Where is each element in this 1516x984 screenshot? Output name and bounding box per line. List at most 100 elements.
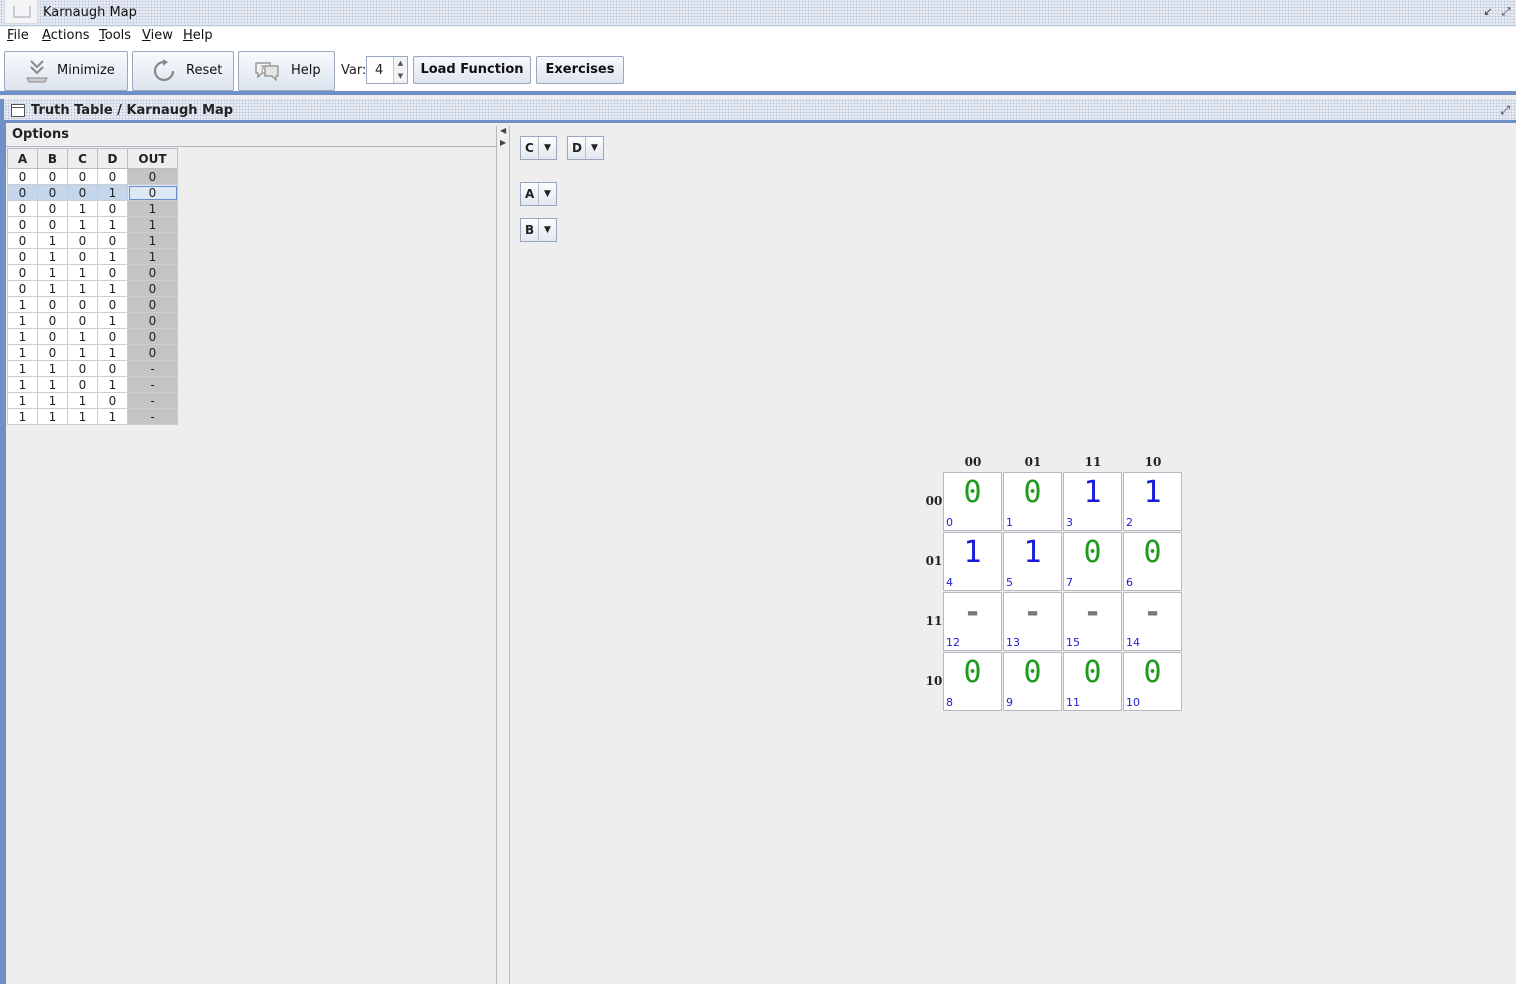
kmap-cell[interactable]: 13 [1063,472,1122,531]
split-pane-divider[interactable]: ◀ ▶ [496,126,510,984]
kmap-cell[interactable]: 0 11 [1063,652,1122,711]
table-row[interactable]: 10000 [7,296,178,313]
column-variable-2-select[interactable]: D ▼ [567,136,604,160]
spinner-up-icon[interactable]: ▲ [394,57,407,70]
table-row[interactable]: 01001 [7,232,178,249]
help-button[interactable]: ? Help [238,51,335,91]
output-cell[interactable]: 1 [127,248,178,265]
output-cell[interactable]: - [127,392,178,409]
output-cell[interactable]: 0 [127,344,178,361]
kmap-cell[interactable]: 09 [1003,652,1062,711]
table-row[interactable]: 1101- [7,376,178,393]
kmap-cell[interactable]: -12 [943,592,1002,651]
menu-help[interactable]: Help [183,28,213,43]
output-cell[interactable]: 1 [127,216,178,233]
frame-maximize-icon[interactable]: ⤢ [1500,103,1510,118]
kmap-cell[interactable]: 07 [1063,532,1122,591]
table-row[interactable]: 01110 [7,280,178,297]
table-row[interactable]: 1111- [7,408,178,425]
table-row[interactable]: 1110- [7,392,178,409]
kmap-cell[interactable]: -13 [1003,592,1062,651]
menu-actions[interactable]: Actions [42,28,90,43]
minimize-icon [26,60,48,83]
toolbar: Minimize Reset ? Help Var: 4 ▲ ▼ Load Fu… [0,47,1516,95]
input-cell: 0 [97,328,128,345]
output-cell[interactable]: - [127,408,178,425]
output-cell[interactable]: - [127,360,178,377]
reset-label: Reset [186,63,223,78]
table-row[interactable]: 1100- [7,360,178,377]
input-cell: 0 [97,392,128,409]
frame-title: Truth Table / Karnaugh Map [31,103,234,118]
output-cell[interactable]: 0 [127,184,178,201]
kmap-cell[interactable]: 15 [1003,532,1062,591]
kmap-cell[interactable]: 06 [1123,532,1182,591]
column-header-b[interactable]: B [37,148,68,169]
kmap-cell[interactable]: 08 [943,652,1002,711]
output-cell[interactable]: 1 [127,200,178,217]
var-value[interactable]: 4 [375,63,383,78]
kmap-cell[interactable]: 14 [943,532,1002,591]
kmap-row-header: 01 [925,554,943,568]
input-cell: 0 [37,184,68,201]
kmap-cell[interactable]: 00 [943,472,1002,531]
kmap-cell[interactable]: -14 [1123,592,1182,651]
input-cell: 1 [7,296,38,313]
table-row[interactable]: 00101 [7,200,178,217]
table-row[interactable]: 00000 [7,168,178,185]
column-header-out[interactable]: OUT [127,148,178,169]
table-row[interactable]: 01011 [7,248,178,265]
menu-view[interactable]: View [142,28,173,43]
menu-tools[interactable]: Tools [99,28,131,43]
table-row[interactable]: 10110 [7,344,178,361]
input-cell: 0 [37,200,68,217]
table-row[interactable]: 10010 [7,312,178,329]
exercises-button[interactable]: Exercises [536,56,624,84]
kmap-cell[interactable]: 0 10 [1123,652,1182,711]
kmap-cell-value: - [1083,595,1102,630]
kmap-cell-index: 4 [946,576,953,589]
table-row[interactable]: 00111 [7,216,178,233]
reset-button[interactable]: Reset [132,51,234,91]
spinner-down-icon[interactable]: ▼ [394,70,407,83]
column-header-a[interactable]: A [7,148,38,169]
load-function-button[interactable]: Load Function [413,56,531,84]
output-cell[interactable]: 0 [127,296,178,313]
output-cell[interactable]: 0 [127,280,178,297]
restore-icon[interactable]: ↙ [1481,5,1495,19]
input-cell: 1 [67,200,98,217]
input-cell: 1 [67,392,98,409]
maximize-icon[interactable]: ⤢ [1499,5,1513,19]
column-header-c[interactable]: C [67,148,98,169]
minimize-button[interactable]: Minimize [4,51,128,91]
table-row[interactable]: 10100 [7,328,178,345]
output-cell[interactable]: 0 [127,168,178,185]
table-row[interactable]: 01100 [7,264,178,281]
output-cell[interactable]: - [127,376,178,393]
app-icon [4,0,38,24]
kmap-cell-index: 9 [1006,696,1013,709]
table-row[interactable]: 00010 [7,184,178,201]
output-cell[interactable]: 0 [127,328,178,345]
output-cell[interactable]: 0 [127,264,178,281]
expand-right-icon[interactable]: ▶ [500,138,506,147]
reset-icon [153,59,175,82]
row-variable-2-select[interactable]: B ▼ [520,218,557,242]
kmap-cell[interactable]: -15 [1063,592,1122,651]
kmap-column-header: 10 [1144,455,1162,469]
collapse-left-icon[interactable]: ◀ [500,126,506,135]
frame-icon [11,104,25,117]
output-cell[interactable]: 1 [127,232,178,249]
input-cell: 0 [67,296,98,313]
kmap-cell[interactable]: 01 [1003,472,1062,531]
input-cell: 1 [37,264,68,281]
menu-file[interactable]: File [7,28,29,43]
kmap-cell[interactable]: 12 [1123,472,1182,531]
kmap-cell-index: 1 [1006,516,1013,529]
column-variable-1-select[interactable]: C ▼ [520,136,557,160]
var-spinner[interactable]: 4 ▲ ▼ [366,56,408,84]
input-cell: 0 [67,248,98,265]
output-cell[interactable]: 0 [127,312,178,329]
row-variable-1-select[interactable]: A ▼ [520,182,557,206]
column-header-d[interactable]: D [97,148,128,169]
